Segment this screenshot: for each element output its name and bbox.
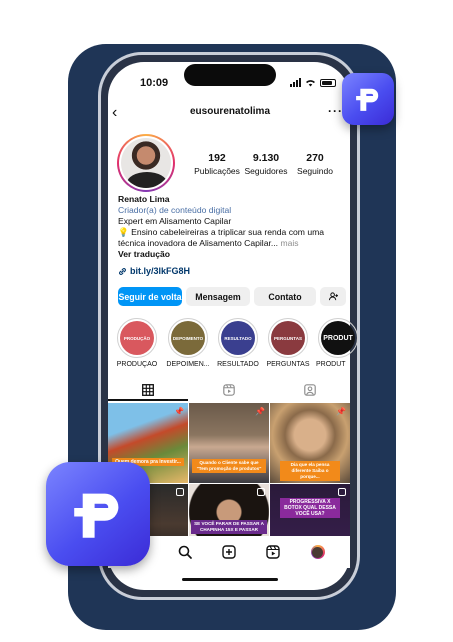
post-caption: PROGRESSIVA X BOTOX QUAL DESSA VOCÊ USA? [280, 498, 340, 518]
highlight-perguntas[interactable]: PERGUNTAS [268, 318, 308, 358]
follow-back-button[interactable]: Seguir de volta [118, 287, 182, 306]
post-caption: SE VOCÊ PARAR DE PASSAR A CHAPINHA 15X E… [191, 520, 267, 534]
home-indicator [182, 578, 278, 581]
highlight-label: DEPOIMEN... [166, 361, 210, 368]
pin-icon: 📌 [255, 407, 265, 416]
bio-name: Renato Lima [118, 194, 170, 204]
tab-reels[interactable] [189, 378, 270, 402]
battery-icon [320, 78, 336, 87]
nav-search[interactable] [177, 544, 193, 560]
status-time: 10:09 [140, 77, 169, 89]
add-person-icon [328, 292, 338, 301]
post-caption: Quando o Cliente sabe que "Tem promoção … [192, 459, 266, 473]
highlight-cover: PRODUÇÃO [120, 321, 154, 355]
message-button[interactable]: Mensagem [186, 287, 250, 306]
bio-link[interactable]: bit.ly/3lkFG8H [118, 266, 190, 276]
stat-following[interactable]: 270 Seguindo [287, 152, 343, 176]
tagged-icon [303, 384, 316, 396]
signal-icon [290, 78, 301, 87]
status-icons [290, 78, 336, 87]
avatar-photo [121, 138, 171, 188]
highlight-label: PRODUT [316, 361, 346, 368]
stat-posts-value: 192 [208, 152, 226, 164]
highlight-label: RESULTADO [217, 361, 259, 368]
brand-logo-icon [342, 73, 394, 125]
reel-indicator-icon [257, 488, 265, 496]
search-icon [178, 545, 192, 559]
bio-more-link[interactable]: mais [280, 238, 298, 248]
stat-posts-label: Publicações [194, 166, 240, 176]
stat-following-value: 270 [306, 152, 324, 164]
highlight-depoimento[interactable]: DEPOIMENTO [168, 318, 208, 358]
bio-category: Criador(a) de conteúdo digital [118, 205, 232, 215]
dynamic-island [184, 64, 276, 86]
post-thumbnail[interactable]: 📌 Quando o Cliente sabe que "Tem promoçã… [189, 403, 269, 483]
brand-logo-icon [46, 462, 150, 566]
nav-profile[interactable] [310, 544, 326, 560]
stat-followers-label: Seguidores [244, 166, 288, 176]
stat-followers-value: 9.130 [252, 152, 280, 164]
see-translation-link[interactable]: Ver tradução [118, 249, 348, 261]
bio-line: 💡 Ensino cabeleireiras a triplicar sua r… [118, 227, 325, 237]
nav-reels[interactable] [265, 544, 281, 560]
bio-link-text: bit.ly/3lkFG8H [130, 266, 191, 276]
suggested-users-button[interactable] [320, 287, 346, 306]
highlight-cover: DEPOIMENTO [171, 321, 205, 355]
bio-line-text: técnica inovadora de Alisamento Capilar.… [118, 238, 279, 248]
reels-nav-icon [266, 545, 281, 559]
bio-line-last: técnica inovadora de Alisamento Capilar.… [118, 238, 348, 250]
pin-icon: 📌 [174, 407, 184, 416]
reels-icon [223, 384, 235, 396]
tab-tagged[interactable] [269, 378, 350, 402]
highlight-label: PERGUNTAS [266, 361, 310, 368]
link-icon [119, 267, 126, 275]
highlight-label: PRODUÇÃO [116, 361, 158, 368]
highlight-cover: PERGUNTAS [271, 321, 305, 355]
nav-create[interactable] [221, 544, 237, 560]
back-button[interactable]: ‹ [112, 104, 117, 122]
reel-indicator-icon [338, 488, 346, 496]
bio-line: Expert em Alisamento Capilar [118, 216, 232, 226]
post-thumbnail[interactable]: 📌 Dia que ela pensa diferente Saiba o po… [270, 403, 350, 483]
highlight-cover: RESULTADO [221, 321, 255, 355]
stat-posts[interactable]: 192 Publicações [189, 152, 245, 176]
post-caption: Dia que ela pensa diferente Saiba o porq… [280, 461, 340, 481]
add-icon [222, 545, 236, 559]
active-tab-indicator [108, 399, 188, 401]
profile-icon [310, 545, 325, 559]
more-options-button[interactable]: ··· [328, 104, 343, 118]
highlight-produtos[interactable]: PRODUT [318, 318, 358, 358]
avatar[interactable] [117, 134, 175, 192]
highlight-cover: PRODUT [321, 321, 355, 355]
profile-username: eusourenatolima [189, 106, 271, 117]
wifi-icon [306, 79, 315, 87]
stat-followers[interactable]: 9.130 Seguidores [238, 152, 294, 176]
pin-icon: 📌 [336, 407, 346, 416]
reel-indicator-icon [176, 488, 184, 496]
highlight-resultado[interactable]: RESULTADO [218, 318, 258, 358]
grid-icon [142, 384, 155, 396]
highlight-producao[interactable]: PRODUÇÃO [117, 318, 157, 358]
contact-button[interactable]: Contato [254, 287, 316, 306]
stat-following-label: Seguindo [297, 166, 333, 176]
